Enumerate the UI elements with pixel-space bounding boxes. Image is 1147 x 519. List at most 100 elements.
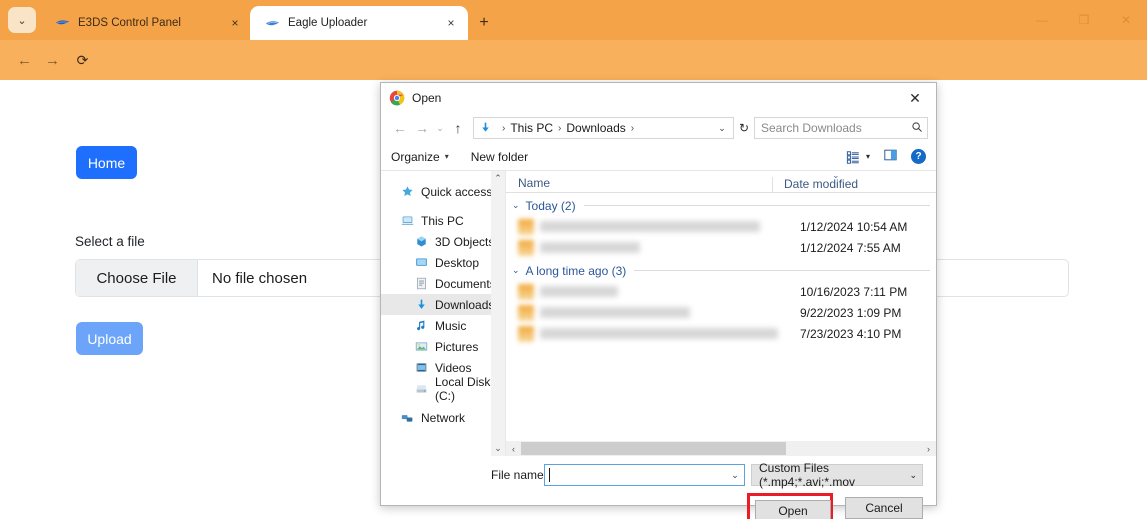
cancel-button[interactable]: Cancel [845,497,923,519]
dialog-title: Open [412,91,442,105]
screen: ⌄ E3DS Control Panel × Eagle Uploader × … [0,0,1147,519]
dialog-recent-locations-icon[interactable]: ⌄ [433,117,447,139]
file-list-horizontal-scrollbar[interactable]: ‹ › [506,441,936,456]
breadcrumb-dropdown-icon[interactable]: ⌄ [713,123,731,134]
window-restore-button[interactable]: ❐ [1063,0,1105,40]
file-name-redacted [540,328,778,339]
disk-icon [413,381,429,397]
organize-button[interactable]: Organize ▾ [391,150,449,164]
downloads-arrow-icon [479,121,493,135]
dialog-body: Quick access This PC 3D Objects Desktop … [381,170,936,456]
table-row[interactable]: 1/12/2024 7:55 AM [506,237,936,258]
chevron-down-icon[interactable]: ⌄ [512,200,520,211]
open-button[interactable]: Open [755,500,831,519]
file-type-icon [518,304,534,321]
file-name-redacted [540,221,760,232]
tab-title: E3DS Control Panel [78,17,181,29]
new-tab-button[interactable]: + [472,11,496,35]
downloads-icon [413,297,429,313]
chevron-down-icon[interactable]: ▾ [866,152,870,161]
reload-button[interactable]: ⟳ [72,50,93,71]
sidebar-item-quick-access[interactable]: Quick access [381,181,505,202]
sidebar-item-label: Downloads [435,297,495,312]
sidebar-item-label: Network [421,410,466,425]
search-icon [911,121,923,136]
breadcrumb[interactable]: › This PC › Downloads › ⌄ [473,117,734,139]
home-button[interactable]: Home [76,146,137,179]
chosen-file-name: No file chosen [212,269,308,287]
back-button[interactable]: ← [14,50,35,71]
file-date-modified: 1/12/2024 7:55 AM [800,240,901,255]
view-controls: ▾ ? [846,148,926,165]
dialog-title-bar: Open ✕ [381,83,936,113]
file-date-modified: 7/23/2023 4:10 PM [800,326,902,341]
this-pc-icon [399,213,415,229]
sidebar-item-3d-objects[interactable]: 3D Objects [381,231,505,252]
window-minimize-button[interactable]: — [1021,0,1063,40]
scrollbar-track[interactable] [521,441,921,456]
file-name-input[interactable]: ⌄ [544,464,745,486]
tab-title: Eagle Uploader [288,17,368,29]
table-row[interactable]: 10/16/2023 7:11 PM [506,281,936,302]
sidebar-item-downloads[interactable]: Downloads [381,294,505,315]
new-folder-button[interactable]: New folder [471,150,528,164]
help-icon[interactable]: ? [911,149,926,164]
open-button-highlight: Open [747,493,833,519]
scroll-up-icon[interactable]: ⌃ [494,173,502,184]
choose-file-button[interactable]: Choose File [76,260,198,296]
file-group-header-a-long-time-ago[interactable]: ⌄ A long time ago (3) [506,260,936,281]
breadcrumb-item-downloads[interactable]: Downloads [566,121,625,135]
upload-button[interactable]: Upload [76,322,143,355]
sidebar-item-local-disk-c[interactable]: Local Disk (C:) [381,375,505,403]
breadcrumb-item-this-pc[interactable]: This PC [510,121,553,135]
sidebar-item-documents[interactable]: Documents [381,273,505,294]
dialog-forward-button[interactable]: → [411,117,433,139]
dialog-refresh-button[interactable]: ↻ [734,117,754,139]
dialog-close-icon[interactable]: ✕ [894,83,936,113]
tab-search-chevron-icon[interactable]: ⌄ [8,7,36,33]
tab-close-icon[interactable]: × [226,14,244,32]
dialog-command-bar: Organize ▾ New folder ▾ ? [381,143,936,171]
dialog-footer: File name: ⌄ Custom Files (*.mp4;*.avi;*… [381,456,936,519]
window-close-button[interactable]: ✕ [1105,0,1147,40]
sidebar-item-label: Videos [435,360,472,375]
list-view-icon[interactable]: ▾ [846,150,870,164]
table-row[interactable]: 7/23/2023 4:10 PM [506,323,936,344]
chrome-logo-icon [389,90,405,106]
tab-close-icon[interactable]: × [442,14,460,32]
scrollbar-thumb[interactable] [521,442,786,455]
sidebar-item-music[interactable]: Music [381,315,505,336]
file-type-select[interactable]: Custom Files (*.mp4;*.avi;*.mov ⌄ [751,461,923,489]
browser-tab-e3ds-control-panel[interactable]: E3DS Control Panel × [40,6,252,40]
column-header-date-modified[interactable]: Date modified [772,177,936,192]
file-name-redacted [540,242,640,253]
dialog-back-button[interactable]: ← [389,117,411,139]
file-date-modified: 1/12/2024 10:54 AM [800,219,908,234]
chevron-down-icon[interactable]: ⌄ [726,470,744,481]
scroll-down-icon[interactable]: ⌄ [494,443,502,454]
sidebar-item-pictures[interactable]: Pictures [381,336,505,357]
eagle-logo-icon [264,15,280,31]
scroll-left-icon[interactable]: ‹ [506,444,521,454]
chevron-down-icon[interactable]: ⌄ [512,265,520,276]
chevron-down-icon: ⌄ [17,14,27,27]
table-row[interactable]: 9/22/2023 1:09 PM [506,302,936,323]
file-group-header-today[interactable]: ⌄ Today (2) [506,195,936,216]
sidebar-item-desktop[interactable]: Desktop [381,252,505,273]
sidebar-item-network[interactable]: Network [381,407,505,428]
column-header-name[interactable]: Name [506,176,772,192]
documents-icon [413,276,429,292]
dialog-search-box[interactable]: Search Downloads [754,117,928,139]
sidebar-scrollbar[interactable]: ⌃ ⌄ [491,171,505,456]
file-open-dialog: Open ✕ ← → ⌄ ↑ › This PC › Downloads › ⌄… [380,82,937,519]
file-date-modified: 9/22/2023 1:09 PM [800,305,902,320]
dialog-up-button[interactable]: ↑ [447,117,469,139]
browser-toolbar: ← → ⟳ upload.eagle3dstreaming.com/assetv… [0,40,1147,113]
preview-pane-icon[interactable] [883,148,898,165]
table-row[interactable]: 1/12/2024 10:54 AM [506,216,936,237]
music-icon [413,318,429,334]
browser-tab-eagle-uploader[interactable]: Eagle Uploader × [250,6,468,40]
sidebar-item-this-pc[interactable]: This PC [381,210,505,231]
forward-button[interactable]: → [42,50,63,71]
scroll-right-icon[interactable]: › [921,444,936,454]
